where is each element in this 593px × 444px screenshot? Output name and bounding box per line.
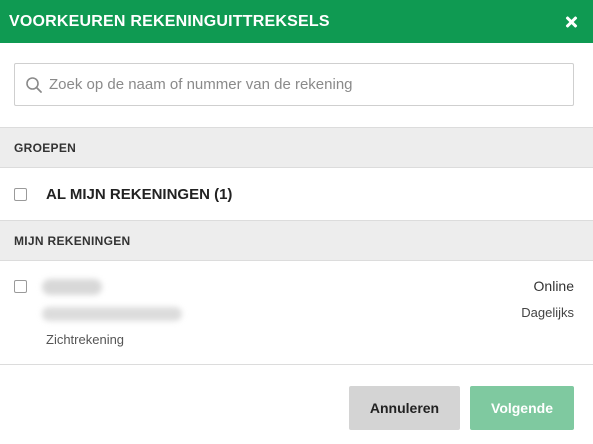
search-icon [26, 76, 42, 93]
search-area [0, 43, 593, 127]
all-accounts-label: AL MIJN REKENINGEN (1) [46, 185, 233, 203]
cancel-button[interactable]: Annuleren [349, 386, 460, 430]
groups-heading: GROEPEN [14, 140, 77, 155]
accounts-section-header: MIJN REKENINGEN [0, 220, 593, 261]
account-checkbox[interactable] [14, 280, 27, 293]
all-accounts-checkbox[interactable] [14, 187, 27, 201]
account-frequency: Dagelijks [521, 305, 574, 320]
search-input[interactable] [49, 76, 563, 93]
accounts-heading: MIJN REKENINGEN [14, 233, 131, 248]
group-row-all-accounts[interactable]: AL MIJN REKENINGEN (1) [0, 168, 593, 220]
account-status: Online [533, 278, 574, 294]
account-type: Zichtrekening [46, 332, 125, 347]
search-box[interactable] [14, 63, 574, 106]
statement-preferences-dialog: VOORKEUREN REKENINGUITTREKSELS GROEPEN A… [0, 0, 593, 444]
groups-section-header: GROEPEN [0, 127, 593, 168]
account-row[interactable]: Zichtrekening Online Dagelijks [0, 261, 593, 365]
next-button[interactable]: Volgende [470, 386, 574, 430]
close-icon[interactable] [563, 14, 579, 30]
account-number-redacted [42, 307, 182, 321]
dialog-footer: Annuleren Volgende [0, 386, 593, 430]
dialog-title: VOORKEUREN REKENINGUITTREKSELS [9, 12, 330, 30]
account-name-redacted [42, 279, 102, 295]
dialog-header: VOORKEUREN REKENINGUITTREKSELS [0, 0, 593, 43]
